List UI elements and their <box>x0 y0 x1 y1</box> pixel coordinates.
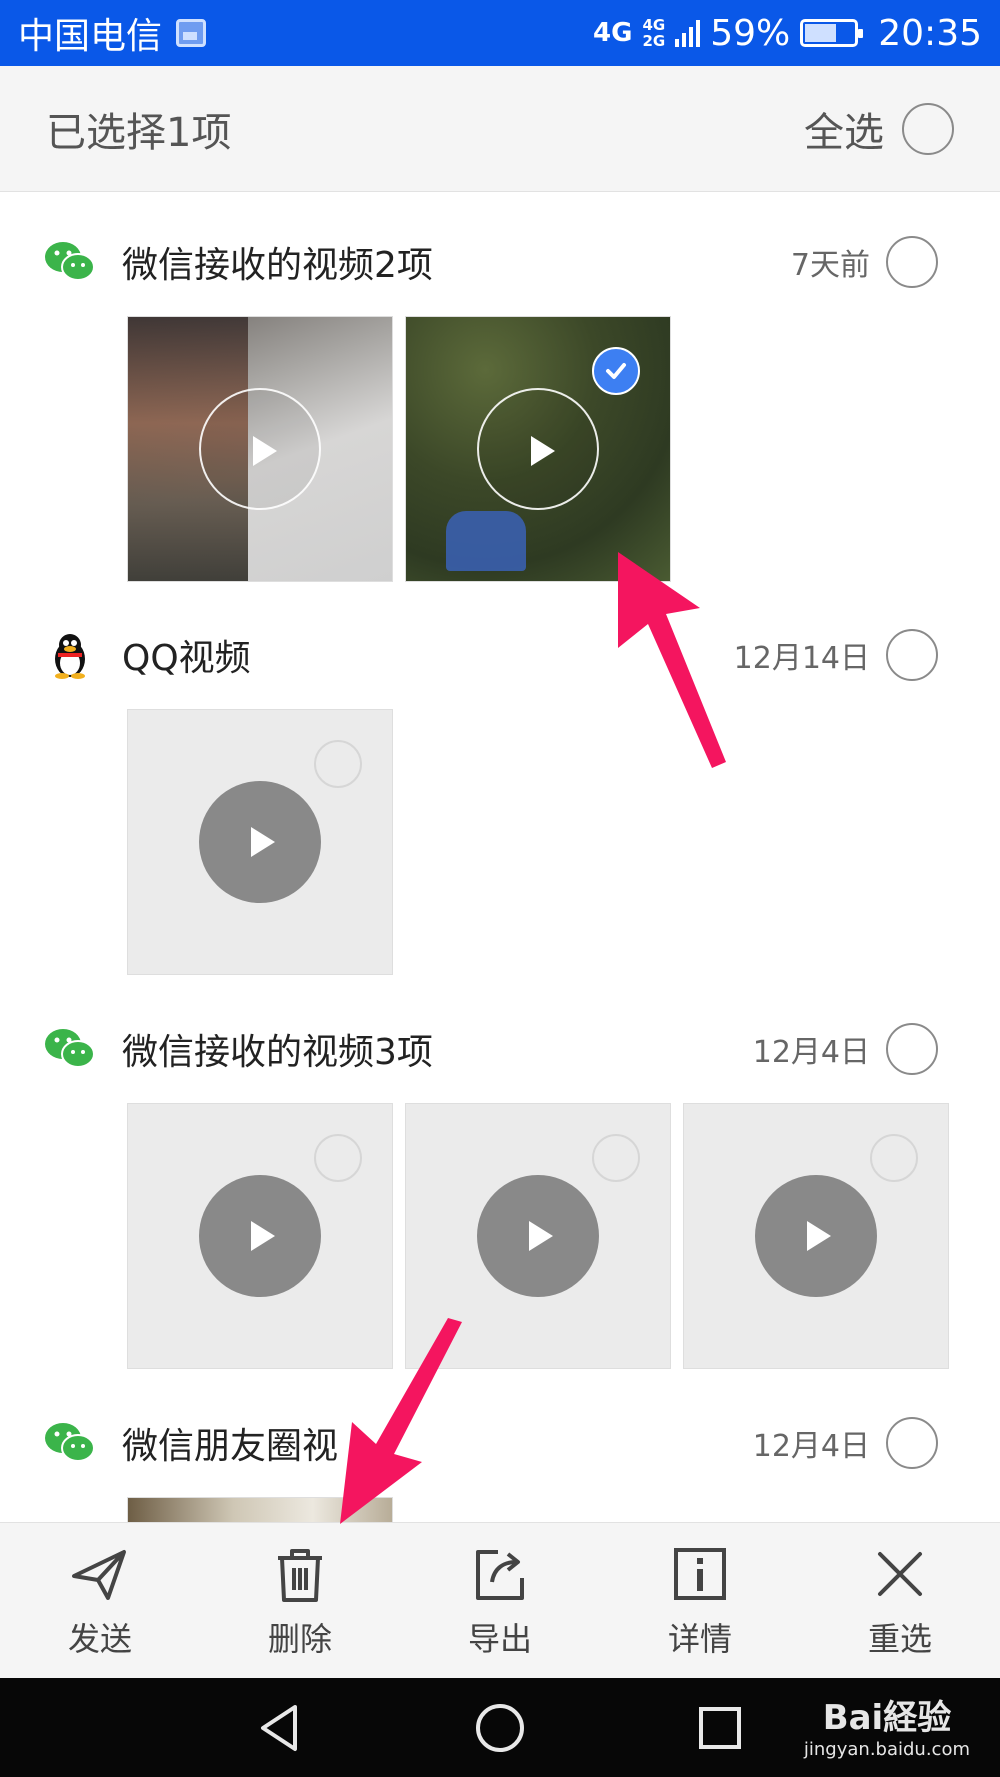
send-label: 发送 <box>67 1619 132 1658</box>
play-icon <box>477 1175 599 1297</box>
video-thumbnail[interactable] <box>127 709 393 975</box>
carrier-name: 中国电信 <box>18 16 163 57</box>
video-thumbnail[interactable] <box>127 1497 393 1522</box>
video-thumbnail[interactable] <box>127 1103 393 1369</box>
trash-icon <box>278 1548 322 1602</box>
details-button[interactable]: 详情 <box>600 1523 800 1678</box>
wechat-icon <box>44 1417 96 1469</box>
signal-icon <box>675 19 701 47</box>
video-group: 微信接收的视频3项 12月4日 <box>0 1019 1000 1369</box>
thumbnail-checkbox[interactable] <box>314 740 362 788</box>
video-list: 微信接收的视频2项 7天前 QQ视频 12月14日 微信接收的视频3项 12月4… <box>0 192 1000 1522</box>
video-group: 微信朋友圈视 12月4日 <box>0 1413 1000 1522</box>
clock: 20:35 <box>878 12 982 54</box>
send-button[interactable]: 发送 <box>0 1523 200 1678</box>
bottom-action-bar: 发送 删除 导出 详情 重选 <box>0 1522 1000 1678</box>
group-select-checkbox[interactable] <box>886 236 938 288</box>
info-icon <box>674 1547 726 1600</box>
play-icon <box>755 1175 877 1297</box>
status-bar: 中国电信 4G 4G 2G 59% 20:35 <box>0 0 1000 66</box>
reselect-label: 重选 <box>867 1619 932 1658</box>
delete-label: 删除 <box>267 1619 332 1658</box>
wechat-icon <box>44 236 96 288</box>
video-thumbnail[interactable] <box>683 1103 949 1369</box>
recents-icon[interactable] <box>693 1701 747 1755</box>
delete-button[interactable]: 删除 <box>200 1523 400 1678</box>
video-group: 微信接收的视频2项 7天前 <box>0 232 1000 582</box>
thumbnail-checkbox[interactable] <box>592 1134 640 1182</box>
network-secondary: 4G 2G <box>642 16 666 50</box>
group-title: 微信朋友圈视 <box>122 1426 339 1467</box>
play-icon <box>199 781 321 903</box>
send-icon <box>72 1549 126 1600</box>
group-date: 12月4日 <box>752 1035 870 1070</box>
group-select-checkbox[interactable] <box>886 1417 938 1469</box>
group-title: QQ视频 <box>122 638 251 679</box>
wechat-icon <box>44 1023 96 1075</box>
video-group: QQ视频 12月14日 <box>0 625 1000 975</box>
group-title: 微信接收的视频2项 <box>122 245 433 286</box>
battery-icon <box>800 19 864 47</box>
close-icon <box>878 1551 922 1596</box>
video-thumbnail[interactable] <box>405 1103 671 1369</box>
select-all-checkbox[interactable] <box>902 102 954 155</box>
play-icon <box>477 388 599 510</box>
play-icon <box>199 1175 321 1297</box>
export-button[interactable]: 导出 <box>400 1523 600 1678</box>
group-date: 12月14日 <box>733 641 870 676</box>
video-thumbnail[interactable] <box>127 316 393 582</box>
export-label: 导出 <box>467 1619 532 1658</box>
thumbnail-checkbox[interactable] <box>314 1134 362 1182</box>
group-title: 微信接收的视频3项 <box>122 1032 433 1073</box>
group-select-checkbox[interactable] <box>886 1023 938 1075</box>
group-date: 7天前 <box>790 248 870 283</box>
select-all-label[interactable]: 全选 <box>804 100 884 158</box>
group-select-checkbox[interactable] <box>886 629 938 681</box>
selection-header: 已选择1项 全选 <box>0 66 1000 192</box>
group-date: 12月4日 <box>752 1429 870 1464</box>
baidu-watermark: Bai経验 jingyan.baidu.com <box>803 1698 970 1760</box>
reselect-button[interactable]: 重选 <box>800 1523 1000 1678</box>
qq-penguin-icon <box>44 629 96 681</box>
network-type: 4G <box>593 18 633 48</box>
export-icon <box>476 1549 524 1600</box>
selected-count: 已选择1项 <box>46 109 232 156</box>
home-icon[interactable] <box>473 1701 527 1755</box>
video-thumbnail-selected[interactable] <box>405 316 671 582</box>
image-notification-icon <box>176 19 207 47</box>
checkmark-icon[interactable] <box>592 347 640 395</box>
details-label: 详情 <box>667 1619 732 1658</box>
play-icon <box>199 388 321 510</box>
thumbnail-checkbox[interactable] <box>870 1134 918 1182</box>
back-icon[interactable] <box>253 1701 307 1755</box>
battery-percent: 59% <box>710 12 791 54</box>
